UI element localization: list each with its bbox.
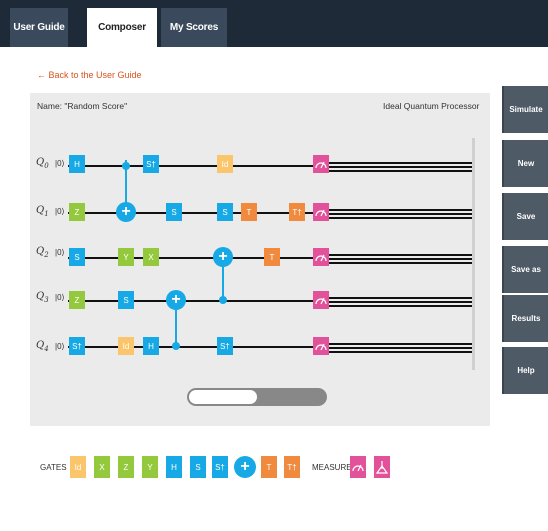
classical-wire-0a <box>325 162 475 164</box>
horizontal-scrollbar-thumb[interactable] <box>189 390 257 404</box>
gate-s[interactable]: S <box>217 203 233 221</box>
classical-wire-2c <box>325 262 475 264</box>
gate-id[interactable]: Id <box>118 337 134 355</box>
meter-icon <box>315 297 327 305</box>
cnot-target-plus-icon[interactable]: + <box>213 247 233 267</box>
vertical-scrollbar[interactable] <box>472 138 475 370</box>
simulate-button[interactable]: Simulate <box>502 86 548 133</box>
processor-name: Ideal Quantum Processor <box>383 101 480 111</box>
cnot-target-plus-icon[interactable]: + <box>166 290 186 310</box>
classical-wire-3c <box>325 305 475 307</box>
measure-gate[interactable] <box>313 337 329 355</box>
gate-s[interactable]: S <box>118 291 134 309</box>
classical-wire-3a <box>325 297 475 299</box>
tab-composer[interactable]: Composer <box>87 8 157 47</box>
save-as-button[interactable]: Save as <box>502 246 548 293</box>
meter-icon <box>315 161 327 169</box>
qubit-wire-0 <box>68 165 325 167</box>
score-name[interactable]: Name: "Random Score" <box>37 101 127 111</box>
new-button[interactable]: New <box>502 140 548 187</box>
gate-x[interactable]: X <box>143 248 159 266</box>
results-button[interactable]: Results <box>502 295 548 342</box>
qubit-label-4: Q4 <box>36 340 49 353</box>
classical-wire-0b <box>325 166 475 168</box>
control-dot[interactable] <box>172 342 180 350</box>
control-dot[interactable] <box>122 162 130 170</box>
gates-palette-label: GATES <box>40 463 67 472</box>
gate-y[interactable]: Y <box>118 248 134 266</box>
qubit-wire-2 <box>68 257 325 259</box>
measure-gate[interactable] <box>313 248 329 266</box>
cnot-target-plus-icon[interactable]: + <box>116 202 136 222</box>
classical-wire-1b <box>325 213 475 215</box>
classical-wire-2a <box>325 254 475 256</box>
classical-wire-4a <box>325 343 475 345</box>
meter-icon <box>315 343 327 351</box>
palette-gate-s[interactable]: S <box>190 456 206 478</box>
gate-t[interactable]: T <box>264 248 280 266</box>
horizontal-scrollbar[interactable] <box>187 388 327 406</box>
qubit-wire-4 <box>68 346 325 348</box>
gate-s-dagger[interactable]: S† <box>143 155 159 173</box>
qubit-wire-1 <box>68 212 325 214</box>
palette-cnot-plus-icon[interactable]: + <box>234 456 256 478</box>
qubit-wire-3 <box>68 300 325 302</box>
bloch-measure-icon <box>376 461 388 474</box>
measure-gate[interactable] <box>313 291 329 309</box>
qubit-ket-2: |0⟩ <box>55 248 65 257</box>
qubit-ket-4: |0⟩ <box>55 342 65 351</box>
measure-palette-label: MEASURE <box>312 463 352 472</box>
help-button[interactable]: Help <box>502 347 548 394</box>
palette-bloch-measure[interactable] <box>374 456 390 478</box>
qubit-ket-0: |0⟩ <box>55 159 65 168</box>
classical-wire-1c <box>325 217 475 219</box>
palette-gate-s-dagger[interactable]: S† <box>212 456 228 478</box>
gate-id[interactable]: Id <box>217 155 233 173</box>
classical-wire-4b <box>325 347 475 349</box>
top-nav-bar: User Guide Composer My Scores <box>0 0 548 47</box>
qubit-label-2: Q2 <box>36 246 49 259</box>
save-button[interactable]: Save <box>502 193 548 240</box>
palette-gate-z[interactable]: Z <box>118 456 134 478</box>
qubit-label-3: Q3 <box>36 291 49 304</box>
measure-gate[interactable] <box>313 203 329 221</box>
qubit-ket-3: |0⟩ <box>55 293 65 302</box>
tab-my-scores[interactable]: My Scores <box>161 8 227 47</box>
classical-wire-3b <box>325 301 475 303</box>
classical-wire-1a <box>325 209 475 211</box>
palette-gate-t-dagger[interactable]: T† <box>284 456 300 478</box>
qubit-ket-1: |0⟩ <box>55 207 65 216</box>
qubit-label-1: Q1 <box>36 205 49 218</box>
palette-measure[interactable] <box>350 456 366 478</box>
meter-icon <box>315 209 327 217</box>
control-dot[interactable] <box>219 296 227 304</box>
gate-s[interactable]: S <box>69 248 85 266</box>
classical-wire-4c <box>325 351 475 353</box>
gate-s-dagger[interactable]: S† <box>69 337 85 355</box>
palette-gate-t[interactable]: T <box>261 456 277 478</box>
palette-gate-id[interactable]: Id <box>70 456 86 478</box>
gate-s-dagger[interactable]: S† <box>217 337 233 355</box>
palette-gate-h[interactable]: H <box>166 456 182 478</box>
gate-h[interactable]: H <box>143 337 159 355</box>
gate-z[interactable]: Z <box>69 203 85 221</box>
palette-gate-y[interactable]: Y <box>142 456 158 478</box>
classical-wire-0c <box>325 170 475 172</box>
gate-s[interactable]: S <box>166 203 182 221</box>
gate-h[interactable]: H <box>69 155 85 173</box>
meter-icon <box>352 464 364 472</box>
classical-wire-2b <box>325 258 475 260</box>
tab-user-guide[interactable]: User Guide <box>10 8 68 47</box>
gate-z[interactable]: Z <box>69 291 85 309</box>
gate-t[interactable]: T <box>241 203 257 221</box>
gate-t-dagger[interactable]: T† <box>289 203 305 221</box>
qubit-label-0: Q0 <box>36 157 49 170</box>
meter-icon <box>315 254 327 262</box>
measure-gate[interactable] <box>313 155 329 173</box>
back-to-user-guide-link[interactable]: ← Back to the User Guide <box>37 70 142 80</box>
palette-gate-x[interactable]: X <box>94 456 110 478</box>
